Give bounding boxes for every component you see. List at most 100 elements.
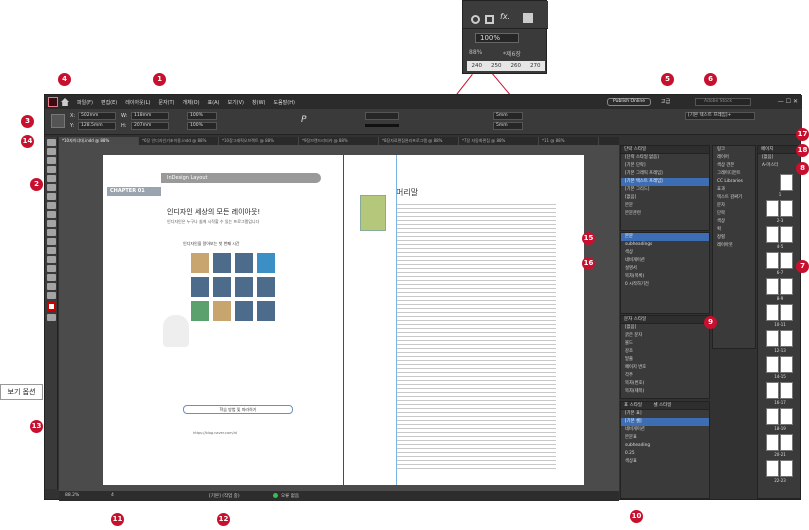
gradient-tool-icon[interactable] xyxy=(47,256,56,263)
page-thumbnail[interactable] xyxy=(766,278,779,295)
list-item-selected[interactable]: 본문 xyxy=(621,233,709,241)
gap-tool-icon[interactable] xyxy=(47,166,56,173)
page-thumbnail[interactable] xyxy=(780,278,793,295)
reference-point-icon[interactable] xyxy=(51,114,65,128)
page-thumbnail[interactable] xyxy=(780,460,793,477)
page-thumbnail[interactable] xyxy=(766,382,779,399)
scale-x-field[interactable]: 100% xyxy=(187,112,217,120)
list-item[interactable]: 목차(목록) xyxy=(621,273,709,281)
list-item[interactable]: 각주 xyxy=(621,372,709,380)
page-thumbnail[interactable] xyxy=(780,226,793,243)
tab-doc-7[interactable]: *11 @ 88% xyxy=(539,137,599,145)
list-item[interactable]: [없음] xyxy=(621,194,709,202)
list-item[interactable]: 볼드 xyxy=(621,340,709,348)
content-collector-icon[interactable] xyxy=(47,175,56,182)
rectangle-frame-tool-icon[interactable] xyxy=(47,220,56,227)
page-tool-icon[interactable] xyxy=(47,157,56,164)
list-item[interactable]: 네비게이션 xyxy=(621,257,709,265)
stroke-preview[interactable] xyxy=(365,124,399,127)
list-item[interactable]: [없음] xyxy=(621,324,709,332)
page-thumbnail[interactable] xyxy=(766,460,779,477)
list-item[interactable]: 색상 xyxy=(621,249,709,257)
page-thumbnail[interactable] xyxy=(780,408,793,425)
page-thumbnail[interactable] xyxy=(780,382,793,399)
page-thumbnail[interactable] xyxy=(766,304,779,321)
list-item[interactable]: 본문관련 xyxy=(621,210,709,218)
page-thumbnail[interactable] xyxy=(780,304,793,321)
menu-view[interactable]: 보기(V) xyxy=(227,99,244,106)
stock-search-input[interactable]: Adobe Stock xyxy=(695,98,751,106)
page-thumbnail[interactable] xyxy=(766,408,779,425)
status-zoom[interactable]: 88.2% xyxy=(65,493,79,498)
menu-table[interactable]: 표(A) xyxy=(208,99,220,106)
tab-doc-5[interactable]: *8장자료편집완리프로그램 @ 88% xyxy=(379,137,459,145)
list-item[interactable]: 강조 xyxy=(621,348,709,356)
list-item[interactable]: 목차(번호) xyxy=(621,380,709,388)
dock-character[interactable]: 문자 xyxy=(713,202,755,210)
master-a[interactable]: A-마스터 xyxy=(758,162,800,170)
list-item-selected[interactable]: [기본 텍스트 프레임] xyxy=(621,178,709,186)
dock-paragraph[interactable]: 단락 xyxy=(713,210,755,218)
list-item[interactable]: [기본 표] xyxy=(621,410,709,418)
tab-doc-6[interactable]: *7장 자동화편집 @ 88% xyxy=(459,137,539,145)
eyedropper-tool-icon[interactable] xyxy=(47,274,56,281)
dock-stroke[interactable]: 획 xyxy=(713,226,755,234)
menu-layout[interactable]: 레이아웃(L) xyxy=(125,99,150,106)
dock-cc-libraries[interactable]: CC Libraries xyxy=(713,178,755,186)
rectangle-tool-icon[interactable] xyxy=(47,229,56,236)
dock-layers[interactable]: 레이어 xyxy=(713,154,755,162)
list-item-selected[interactable]: [기본 셀] xyxy=(621,418,709,426)
dock-swatches[interactable]: 색상 견본 xyxy=(713,162,755,170)
list-item[interactable]: [기본 그리드] xyxy=(621,186,709,194)
page-thumbnail[interactable] xyxy=(766,356,779,373)
page-thumbnail[interactable] xyxy=(780,356,793,373)
window-controls[interactable]: — ☐ ✕ xyxy=(778,98,798,105)
menu-object[interactable]: 개체(O) xyxy=(183,99,200,106)
object-style-select[interactable]: [기본 텍스트 프레임]+ xyxy=(685,112,755,120)
tab-doc-3[interactable]: *10장그래픽오브젝트 @ 88% xyxy=(219,137,299,145)
free-transform-tool-icon[interactable] xyxy=(47,247,56,254)
list-item[interactable]: 네비게이션 xyxy=(621,426,709,434)
list-item[interactable]: subheading xyxy=(621,442,709,450)
page-thumbnail[interactable] xyxy=(766,200,779,217)
home-icon[interactable] xyxy=(61,98,69,106)
magnifier-icon[interactable] xyxy=(471,15,480,24)
status-errors[interactable]: 오류 없음 xyxy=(281,493,299,499)
document-canvas[interactable]: CHAPTER 01 InDesign Layout 인디자인 세상의 모든 레… xyxy=(59,145,619,491)
zoom-tool-icon[interactable] xyxy=(47,292,56,299)
note-tool-icon[interactable] xyxy=(47,265,56,272)
menu-help[interactable]: 도움말(H) xyxy=(273,99,294,106)
tab-cell-styles[interactable]: 셀 스타일 xyxy=(653,403,671,408)
type-tool-icon[interactable] xyxy=(47,184,56,191)
dock-gradient[interactable]: 그레이디언트 xyxy=(713,170,755,178)
zoom-inset-tab[interactable]: *제6장 xyxy=(503,49,521,58)
list-item[interactable]: subheadings xyxy=(621,241,709,249)
list-item[interactable]: 0 시작하기전 xyxy=(621,281,709,289)
status-style[interactable]: [기본] (작업 중) xyxy=(209,493,240,499)
x-field[interactable]: 502mm xyxy=(78,112,116,120)
left-page[interactable]: CHAPTER 01 InDesign Layout 인디자인 세상의 모든 레… xyxy=(103,155,343,485)
grid-icon[interactable] xyxy=(523,13,533,23)
y-field[interactable]: 128.5mm xyxy=(78,122,116,130)
body-text-block[interactable] xyxy=(396,201,556,469)
h-field[interactable]: 207mm xyxy=(131,122,169,130)
fx-icon[interactable]: P xyxy=(301,115,306,125)
line-tool-icon[interactable] xyxy=(47,193,56,200)
dock-links[interactable]: 링크 xyxy=(713,146,755,154)
menu-window[interactable]: 창(W) xyxy=(252,99,265,106)
page-thumbnail[interactable] xyxy=(780,252,793,269)
right-page[interactable]: 머리말 xyxy=(344,155,584,485)
menu-type[interactable]: 문자(T) xyxy=(158,99,174,106)
workspace-select[interactable]: 고급 xyxy=(661,98,670,105)
page-thumbnail[interactable] xyxy=(780,174,793,191)
list-item[interactable]: [기본 단락] xyxy=(621,162,709,170)
fx-icon[interactable]: fx. xyxy=(500,12,510,21)
list-item[interactable]: [기본 그래픽 프레임] xyxy=(621,170,709,178)
scissors-tool-icon[interactable] xyxy=(47,238,56,245)
scale-y-field[interactable]: 100% xyxy=(187,122,217,130)
dock-align[interactable]: 정렬 xyxy=(713,234,755,242)
list-item[interactable]: 굵은 문자 xyxy=(621,332,709,340)
w-field[interactable]: 118mm xyxy=(131,112,169,120)
publish-online-button[interactable]: Publish Online xyxy=(607,98,651,106)
page-thumbnail[interactable] xyxy=(780,434,793,451)
